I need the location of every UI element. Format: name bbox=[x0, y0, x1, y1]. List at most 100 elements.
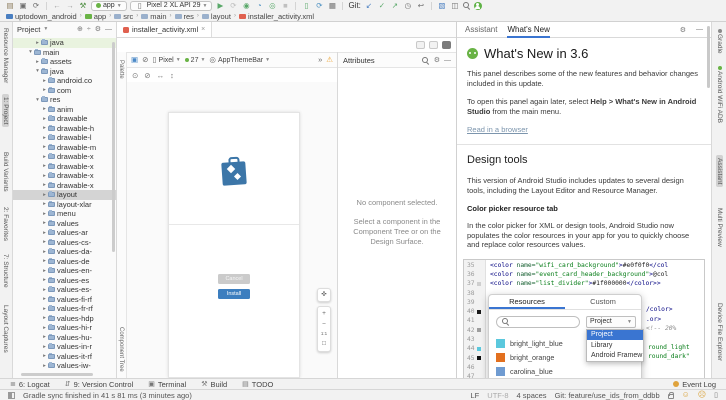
settings-icon[interactable]: ⚙ bbox=[95, 25, 101, 33]
chevron-right-icon[interactable]: ▸ bbox=[34, 59, 41, 65]
tab-whats-new[interactable]: What's New bbox=[507, 22, 549, 38]
hide-panel-icon[interactable]: — bbox=[696, 26, 703, 33]
git-commit-icon[interactable]: ✓ bbox=[377, 1, 387, 11]
chevron-right-icon[interactable]: ▸ bbox=[41, 182, 48, 188]
color-resource-row[interactable]: carolina_blue bbox=[496, 365, 581, 379]
design-view-button[interactable] bbox=[442, 41, 451, 49]
search-everywhere-icon[interactable] bbox=[463, 2, 471, 10]
project-window-icon[interactable]: ▧ bbox=[437, 1, 447, 11]
chevron-right-icon[interactable]: ▸ bbox=[41, 325, 48, 331]
tool-window-TODO[interactable]: ▤TODO bbox=[242, 380, 273, 389]
chevron-right-icon[interactable]: ▸ bbox=[34, 40, 41, 46]
tree-item-java[interactable]: ▾java bbox=[13, 67, 116, 77]
breadcrumb-item-app[interactable]: app bbox=[85, 12, 107, 21]
lock-icon[interactable] bbox=[668, 394, 674, 399]
view-options-icon[interactable]: ⊙ bbox=[132, 71, 138, 80]
pack-icon[interactable]: ↕ bbox=[170, 71, 174, 80]
tool-window-9: Version Control[interactable]: ⇵9: Version Control bbox=[65, 380, 134, 389]
chevron-right-icon[interactable]: ▸ bbox=[41, 220, 48, 226]
chevron-right-icon[interactable]: ▸ bbox=[41, 163, 48, 169]
tool-strip-item-Assistant[interactable]: Assistant bbox=[716, 155, 723, 187]
tree-item-values-da-[interactable]: ▸values-da- bbox=[13, 247, 116, 257]
tool-strip-item-Device File Explorer[interactable]: Device File Explorer bbox=[716, 303, 723, 361]
tool-window-6: Logcat[interactable]: ≣6: Logcat bbox=[10, 380, 50, 389]
tree-item-assets[interactable]: ▸assets bbox=[13, 57, 116, 67]
breadcrumb-item-layout[interactable]: layout bbox=[202, 12, 231, 21]
hide-panel-icon[interactable]: — bbox=[105, 26, 112, 33]
tool-window-event-log[interactable]: Event Log bbox=[682, 380, 716, 389]
api-level-dropdown[interactable]: 27 ▼ bbox=[185, 57, 206, 64]
color-resource-row[interactable]: bright_orange bbox=[496, 351, 581, 365]
chevron-right-icon[interactable]: ▸ bbox=[41, 268, 48, 274]
avatar[interactable] bbox=[474, 2, 482, 10]
chevron-right-icon[interactable]: ▸ bbox=[41, 296, 48, 302]
rollback-icon[interactable]: ↩ bbox=[416, 1, 426, 11]
tool-window-Build[interactable]: ⚒Build bbox=[201, 380, 227, 389]
chevron-right-icon[interactable]: ▸ bbox=[41, 230, 48, 236]
zoom-actual-icon[interactable]: 1:1 bbox=[321, 332, 327, 337]
overflow-icon[interactable]: » bbox=[318, 56, 322, 64]
menu-option-Library[interactable]: Library bbox=[587, 340, 643, 351]
tool-strip-item-Layout Captures[interactable]: Layout Captures bbox=[2, 305, 9, 353]
menu-option-Android Framew[interactable]: Android Framew bbox=[587, 351, 643, 362]
tree-item-drawable-l[interactable]: ▸drawable-l bbox=[13, 133, 116, 143]
git-push-icon[interactable]: ↗ bbox=[390, 1, 400, 11]
git-update-icon[interactable]: ↙ bbox=[364, 1, 374, 11]
save-all-icon[interactable]: ▣ bbox=[18, 1, 28, 11]
git-branch-indicator[interactable]: Git: feature/use_ids_from_ddbb bbox=[555, 391, 660, 400]
locate-file-icon[interactable]: ⊕ bbox=[77, 25, 83, 33]
run-config-dropdown[interactable]: app ▼ bbox=[91, 1, 127, 11]
pan-icon[interactable]: ✜ bbox=[321, 292, 326, 299]
back-icon[interactable]: ← bbox=[52, 1, 62, 11]
editor-tab-installer-activity[interactable]: installer_activity.xml × bbox=[117, 22, 212, 37]
breadcrumb-item-src[interactable]: src bbox=[114, 12, 133, 21]
tree-item-res[interactable]: ▾res bbox=[13, 95, 116, 105]
stop-icon[interactable]: ■ bbox=[280, 1, 290, 11]
device-size-dropdown[interactable]: ▯ Pixel ▼ bbox=[152, 56, 180, 64]
indent-indicator[interactable]: 4 spaces bbox=[517, 391, 547, 400]
gear-icon[interactable]: ⚙ bbox=[434, 56, 440, 64]
chevron-right-icon[interactable]: ▸ bbox=[41, 144, 48, 150]
resource-search-input[interactable] bbox=[496, 316, 580, 328]
tool-strip-item-Build Variants[interactable]: Build Variants bbox=[2, 152, 9, 192]
chevron-right-icon[interactable]: ▸ bbox=[41, 334, 48, 340]
read-in-browser-link[interactable]: Read in a browser bbox=[467, 125, 528, 134]
tool-strip-item-Multi Preview[interactable]: Multi Preview bbox=[716, 208, 723, 247]
component-tree-tab[interactable]: Component Tree bbox=[118, 327, 124, 372]
tree-item-values-it-rf[interactable]: ▸values-it-rf bbox=[13, 352, 116, 362]
default-margins-icon[interactable]: ↔ bbox=[157, 71, 165, 80]
zoom-out-icon[interactable]: − bbox=[322, 322, 326, 329]
orientation-icon[interactable]: ⊘ bbox=[142, 56, 148, 64]
menu-option-Project[interactable]: Project bbox=[587, 330, 643, 341]
tree-item-values-ar[interactable]: ▸values-ar bbox=[13, 228, 116, 238]
debug-icon[interactable]: ◉ bbox=[241, 1, 251, 11]
chevron-right-icon[interactable]: ▸ bbox=[41, 211, 48, 217]
zoom-fit-icon[interactable]: □ bbox=[322, 341, 326, 348]
restore-layout-icon[interactable]: ◫ bbox=[450, 1, 460, 11]
tree-vertical-scrollbar[interactable] bbox=[112, 42, 115, 252]
gear-icon[interactable]: ⚙ bbox=[680, 26, 686, 34]
tree-item-values-in-r[interactable]: ▸values-in-r bbox=[13, 342, 116, 352]
autoconnect-icon[interactable]: ⊘ bbox=[144, 71, 150, 80]
chevron-right-icon[interactable]: ▸ bbox=[41, 106, 48, 112]
tool-strip-item-2: Favorites[interactable]: 2: Favorites bbox=[2, 207, 9, 241]
tree-item-values[interactable]: ▸values bbox=[13, 219, 116, 229]
breadcrumb-item-main[interactable]: main bbox=[141, 12, 166, 21]
cancel-button-preview[interactable]: Cancel bbox=[218, 274, 250, 284]
breadcrumb-item-uptodown_android[interactable]: uptodown_android bbox=[6, 12, 77, 21]
tree-item-layout-xlar[interactable]: ▸layout-xlar bbox=[13, 200, 116, 210]
theme-dropdown[interactable]: ◎ AppThemeBar ▼ bbox=[209, 56, 270, 64]
run-icon[interactable]: ▶ bbox=[215, 1, 225, 11]
tree-item-values-cs-[interactable]: ▸values-cs- bbox=[13, 238, 116, 248]
trash-icon[interactable]: ▯ bbox=[714, 391, 718, 399]
design-surface-icon[interactable]: ▣ bbox=[131, 56, 138, 64]
tree-item-android.co[interactable]: ▸android.co bbox=[13, 76, 116, 86]
tool-strip-item-1: Project[interactable]: 1: Project bbox=[2, 94, 9, 127]
chevron-down-icon[interactable]: ▾ bbox=[34, 97, 41, 103]
tree-item-layout[interactable]: ▸layout bbox=[13, 190, 116, 200]
tree-item-drawable-m[interactable]: ▸drawable-m bbox=[13, 143, 116, 153]
zoom-in-icon[interactable]: + bbox=[322, 311, 326, 318]
profiler-icon[interactable]: ◔ bbox=[254, 1, 264, 11]
tab-resources[interactable]: Resources bbox=[489, 295, 565, 309]
chevron-right-icon[interactable]: ▸ bbox=[41, 87, 48, 93]
